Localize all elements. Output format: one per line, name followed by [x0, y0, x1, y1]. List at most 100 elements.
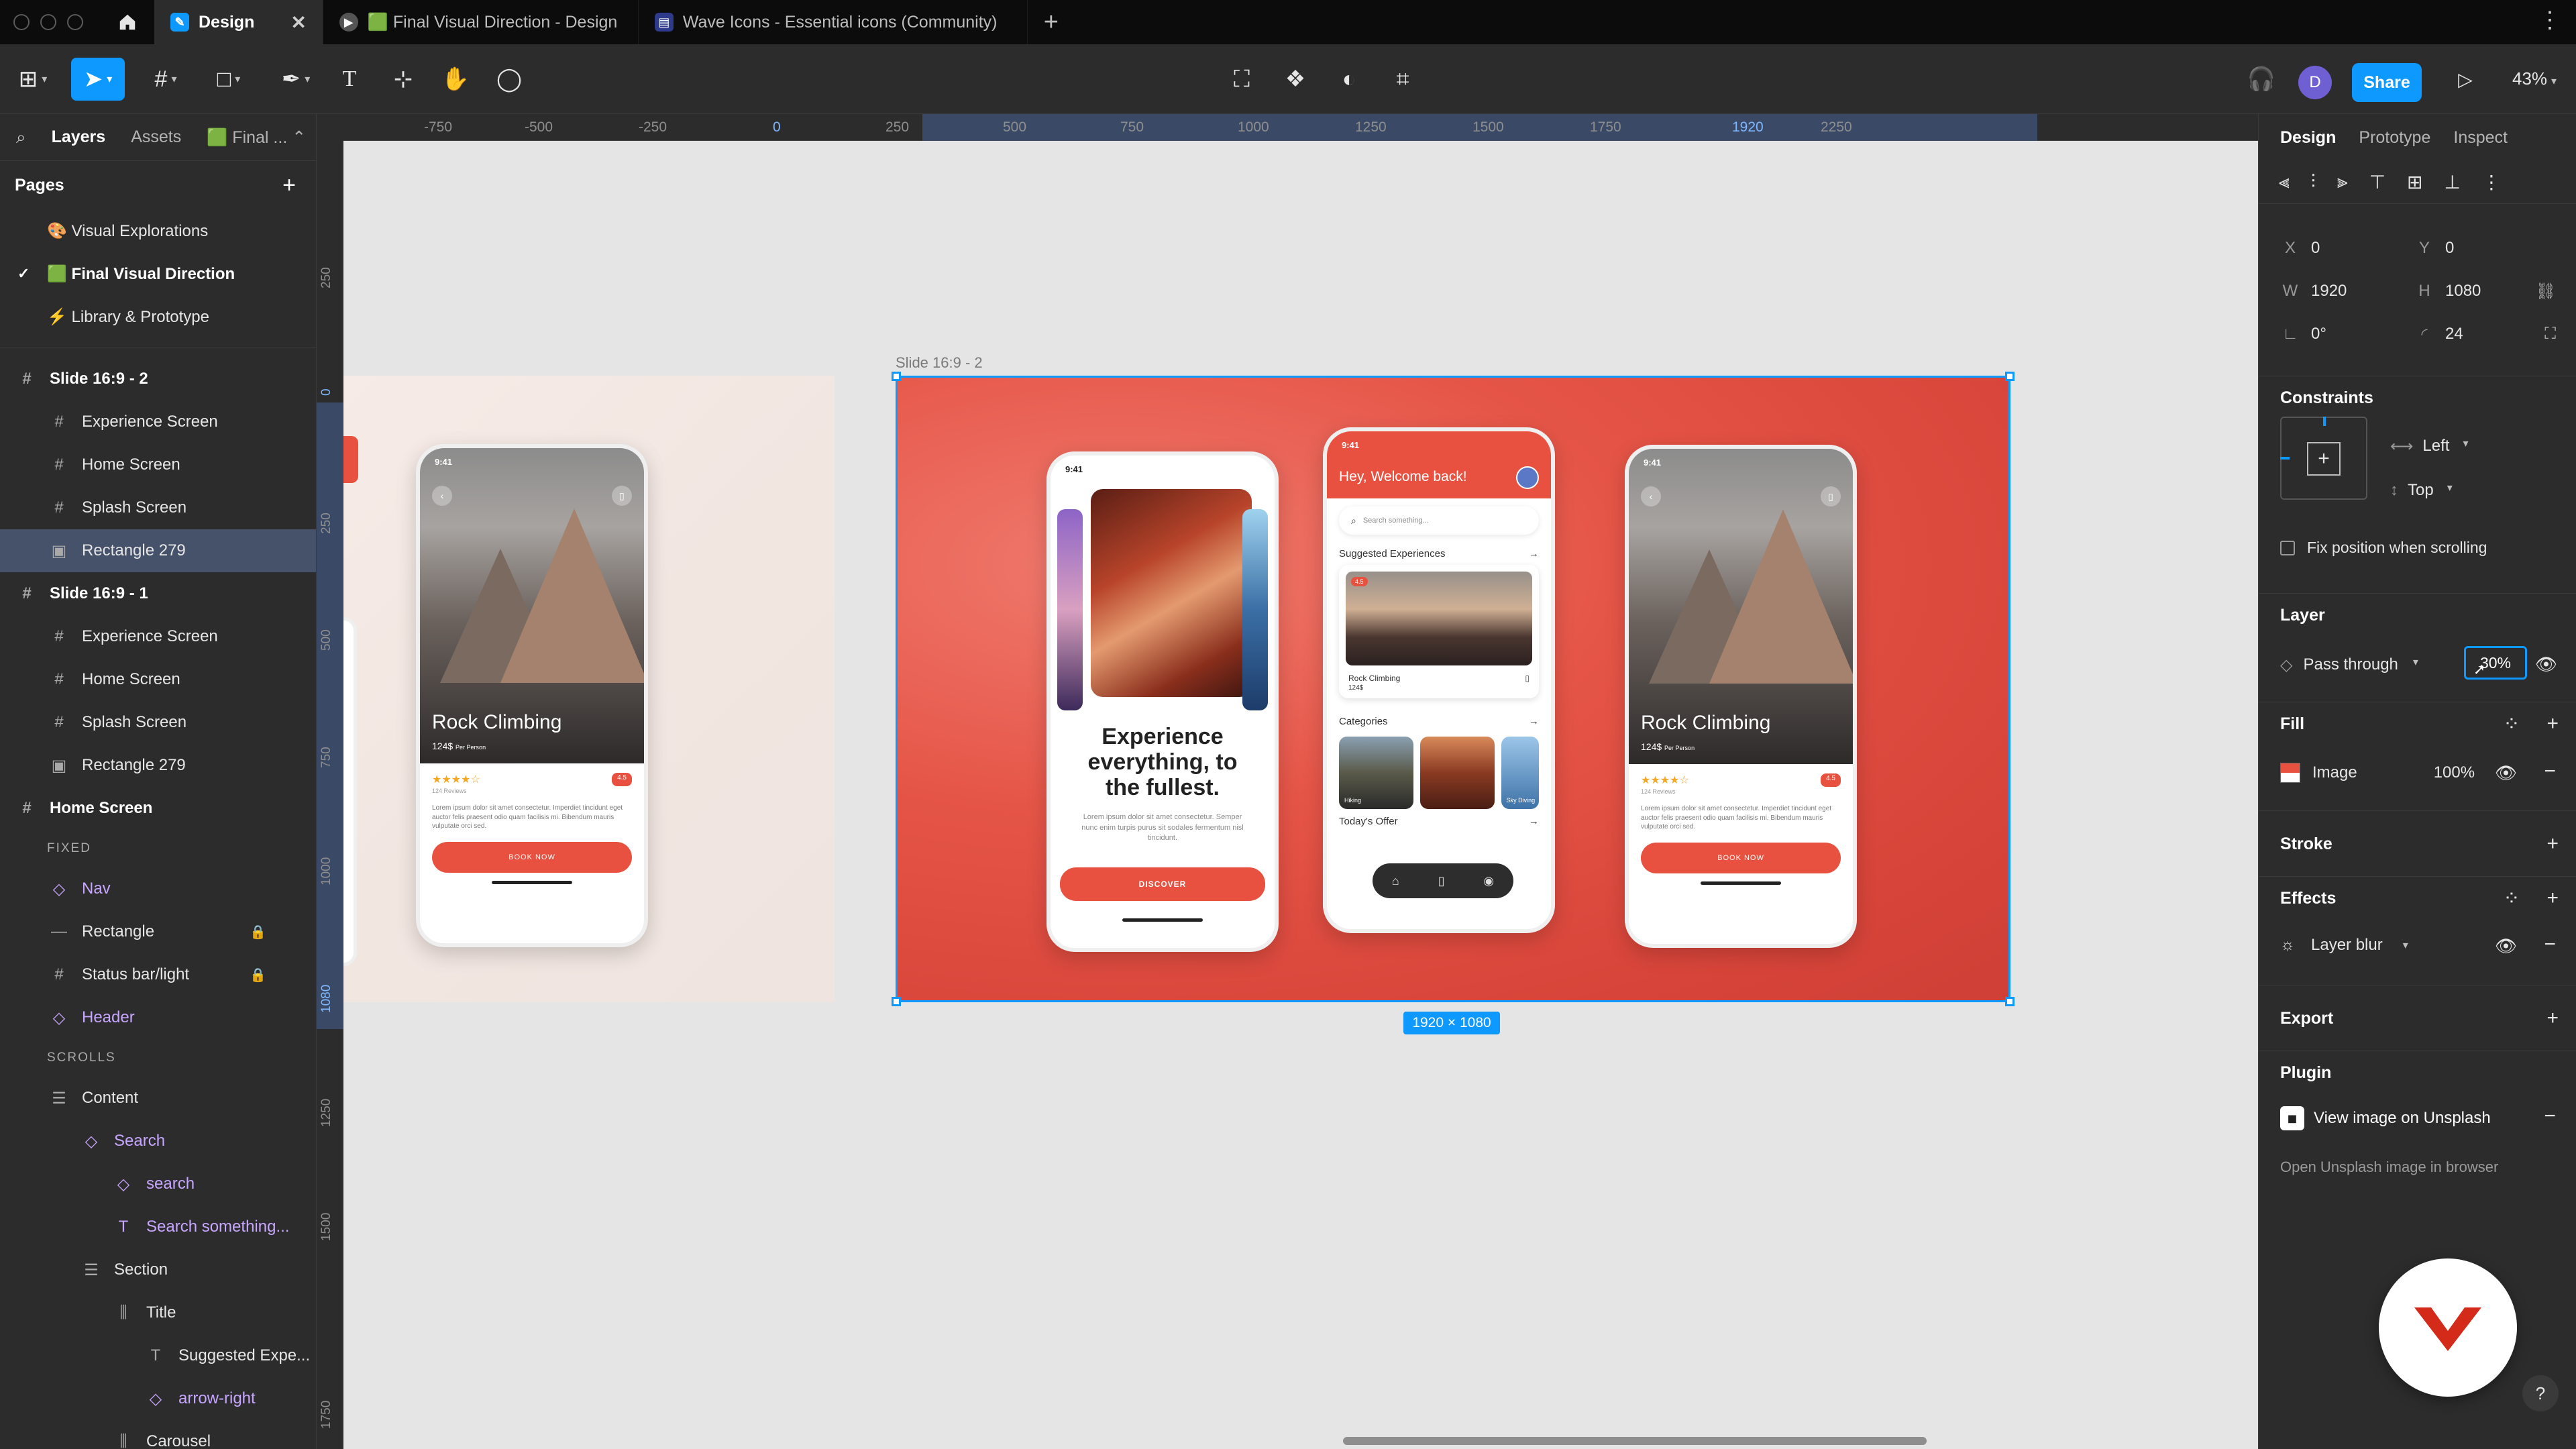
layer-row[interactable]: — Rectangle 🔒	[0, 910, 316, 953]
constrain-proportions-icon[interactable]: ⛓	[2536, 282, 2556, 301]
pen-tool[interactable]: ✒ ▾	[272, 58, 319, 101]
hand-tool[interactable]: ✋	[439, 58, 472, 101]
layer-row[interactable]: ⫼ Carousel	[0, 1420, 316, 1449]
resize-handle-top-right[interactable]	[2005, 372, 2015, 381]
layer-row[interactable]: # Experience Screen	[0, 400, 316, 443]
audio-button[interactable]: 🎧	[2245, 58, 2278, 101]
page-item[interactable]: ⚡ Library & Prototype	[0, 295, 316, 338]
styles-grid-icon[interactable]: ⁘	[2503, 712, 2520, 736]
add-page-button[interactable]: +	[282, 172, 296, 199]
layer-row[interactable]: # Experience Screen	[0, 615, 316, 658]
layer-row[interactable]: # Splash Screen	[0, 486, 316, 529]
phone-home-screen[interactable]: 9:41 Hey, Welcome back! ⌕ Search somethi…	[1323, 427, 1555, 933]
present-button[interactable]: ▷	[2449, 58, 2482, 101]
layer-row[interactable]: ▣ Rectangle 279	[0, 529, 316, 572]
canvas[interactable]: -750 -500 -250 0 250 500 750 1000 1250 1500 1750 19…	[317, 114, 2258, 1449]
view-on-unsplash-row[interactable]: ◼ View image on Unsplash	[2280, 1106, 2491, 1130]
styles-grid-icon[interactable]: ⁘	[2503, 887, 2520, 910]
align-bottom-icon[interactable]: ⊥	[2444, 171, 2460, 193]
layer-row[interactable]: # Home Screen	[0, 787, 316, 830]
visibility-eye-icon[interactable]: 👁	[2535, 654, 2557, 675]
align-top-icon[interactable]: ⊤	[2369, 171, 2385, 193]
blend-mode-select[interactable]: ◇ Pass through ▾	[2280, 655, 2418, 675]
distribute-icon[interactable]: ⋮	[2482, 171, 2501, 193]
height-input[interactable]: 1080	[2445, 282, 2528, 301]
crop-button[interactable]: ⌗	[1386, 58, 1419, 101]
phone-experience-screen[interactable]: 9:41 ‹ ▯ Rock Climbing 124$ Per Person ★…	[1625, 445, 1857, 948]
layer-row[interactable]: ⫼ Title	[0, 1291, 316, 1334]
add-export-icon[interactable]: +	[2546, 1007, 2559, 1030]
add-stroke-icon[interactable]: +	[2546, 833, 2559, 855]
frame-tool[interactable]: # ▾	[142, 58, 189, 101]
layer-row[interactable]: # Slide 16:9 - 2	[0, 358, 316, 400]
home-tab[interactable]	[101, 0, 154, 44]
layer-row[interactable]: T Suggested Expe...	[0, 1334, 316, 1377]
remove-effect-icon[interactable]: −	[2544, 933, 2556, 956]
help-button[interactable]: ?	[2522, 1375, 2559, 1411]
remove-fill-icon[interactable]: −	[2544, 760, 2556, 783]
effect-settings-icon[interactable]: ☼	[2280, 936, 2295, 955]
layer-row[interactable]: ◇ Search	[0, 1120, 316, 1163]
layer-row[interactable]: # Home Screen	[0, 443, 316, 486]
horizontal-constraint-select[interactable]: ⟷ Left ▾	[2390, 437, 2468, 456]
x-input[interactable]: 0	[2311, 239, 2394, 258]
corner-radius-input[interactable]: 24	[2445, 325, 2528, 343]
slide-16-9-1-frame[interactable]: 9:41 ‹ ▯ Rock Climbing 124$ Per Person ★…	[343, 376, 835, 1002]
layer-row[interactable]: ☰ Section	[0, 1248, 316, 1291]
shape-tool[interactable]: □ ▾	[205, 58, 252, 101]
page-item[interactable]: ✓ 🟩 Final Visual Direction	[0, 252, 316, 295]
layer-row[interactable]: ◇ Header	[0, 996, 316, 1039]
tab-final-visual-direction[interactable]: ▶ 🟩 Final Visual Direction - Design	[323, 0, 639, 44]
layer-row[interactable]: ◇ arrow-right	[0, 1377, 316, 1420]
main-menu-button[interactable]: ⊞ ▾	[9, 58, 56, 101]
frame-selection-button[interactable]: ⛶	[1225, 58, 1258, 101]
tab-wave-icons[interactable]: ▤ Wave Icons - Essential icons (Communit…	[639, 0, 1028, 44]
lock-icon[interactable]: 🔒	[250, 967, 266, 983]
share-button[interactable]: Share	[2352, 63, 2422, 102]
phone-experience-screen[interactable]: 9:41 ‹ ▯ Rock Climbing 124$ Per Person ★…	[416, 444, 648, 947]
frame-label[interactable]: Slide 16:9 - 2	[896, 354, 983, 372]
mask-button[interactable]: ◐	[1332, 58, 1366, 101]
layer-row[interactable]: ◇ Nav	[0, 867, 316, 910]
fill-opacity[interactable]: 100%	[2434, 763, 2475, 782]
tab-prototype[interactable]: Prototype	[2359, 128, 2430, 148]
add-fill-icon[interactable]: +	[2546, 712, 2559, 736]
remove-plugin-icon[interactable]: −	[2544, 1105, 2556, 1128]
layer-row[interactable]: # Splash Screen	[0, 701, 316, 744]
align-center-h-icon[interactable]: ⫶	[2311, 171, 2316, 193]
layer-row[interactable]: # Home Screen	[0, 658, 316, 701]
tab-assets[interactable]: Assets	[131, 127, 181, 147]
image-fill-swatch[interactable]	[2280, 763, 2300, 783]
lock-icon[interactable]: 🔒	[250, 924, 266, 941]
align-left-icon[interactable]: ⫷	[2279, 171, 2290, 193]
search-icon[interactable]: ⌕	[16, 127, 26, 148]
plugin-launcher-button[interactable]	[2379, 1258, 2517, 1397]
horizontal-scrollbar[interactable]	[1343, 1437, 1927, 1445]
align-center-v-icon[interactable]: ⊞	[2407, 171, 2422, 193]
close-window-button[interactable]	[13, 14, 30, 30]
resize-handle-bottom-left[interactable]	[892, 997, 901, 1006]
tab-design[interactable]: Design	[2280, 128, 2336, 148]
layer-row[interactable]: ▣ Rectangle 279	[0, 744, 316, 787]
minimize-window-button[interactable]	[40, 14, 56, 30]
tab-design[interactable]: ✎ Design ✕	[154, 0, 323, 44]
layer-row[interactable]: T Search something...	[0, 1205, 316, 1248]
y-input[interactable]: 0	[2445, 239, 2528, 258]
maximize-window-button[interactable]	[67, 14, 83, 30]
phone-splash-screen[interactable]: 9:41 Experience everything, to the fulle…	[1046, 451, 1279, 952]
new-tab-button[interactable]: +	[1028, 0, 1075, 44]
move-tool[interactable]: ➤ ▾	[71, 58, 125, 101]
more-menu-icon[interactable]: ⋮	[2538, 7, 2563, 34]
layer-row[interactable]: # Slide 16:9 - 1	[0, 572, 316, 615]
tab-layers[interactable]: Layers	[52, 127, 106, 147]
slide-16-9-2-frame[interactable]: 9:41 Experience everything, to the fulle…	[892, 372, 2015, 1006]
constraint-widget[interactable]: +	[2280, 417, 2367, 500]
fill-visibility-eye-icon[interactable]: 👁	[2495, 763, 2517, 784]
effect-row[interactable]: ☼ Layer blur ▾	[2280, 936, 2408, 955]
width-input[interactable]: 1920	[2311, 282, 2394, 301]
layer-row[interactable]: ☰ Content	[0, 1077, 316, 1120]
fill-row[interactable]: Image 100%	[2280, 763, 2475, 783]
effect-visibility-eye-icon[interactable]: 👁	[2495, 936, 2517, 957]
independent-corners-icon[interactable]: ⛶	[2544, 325, 2556, 343]
fix-position-checkbox[interactable]: Fix position when scrolling	[2280, 539, 2487, 557]
